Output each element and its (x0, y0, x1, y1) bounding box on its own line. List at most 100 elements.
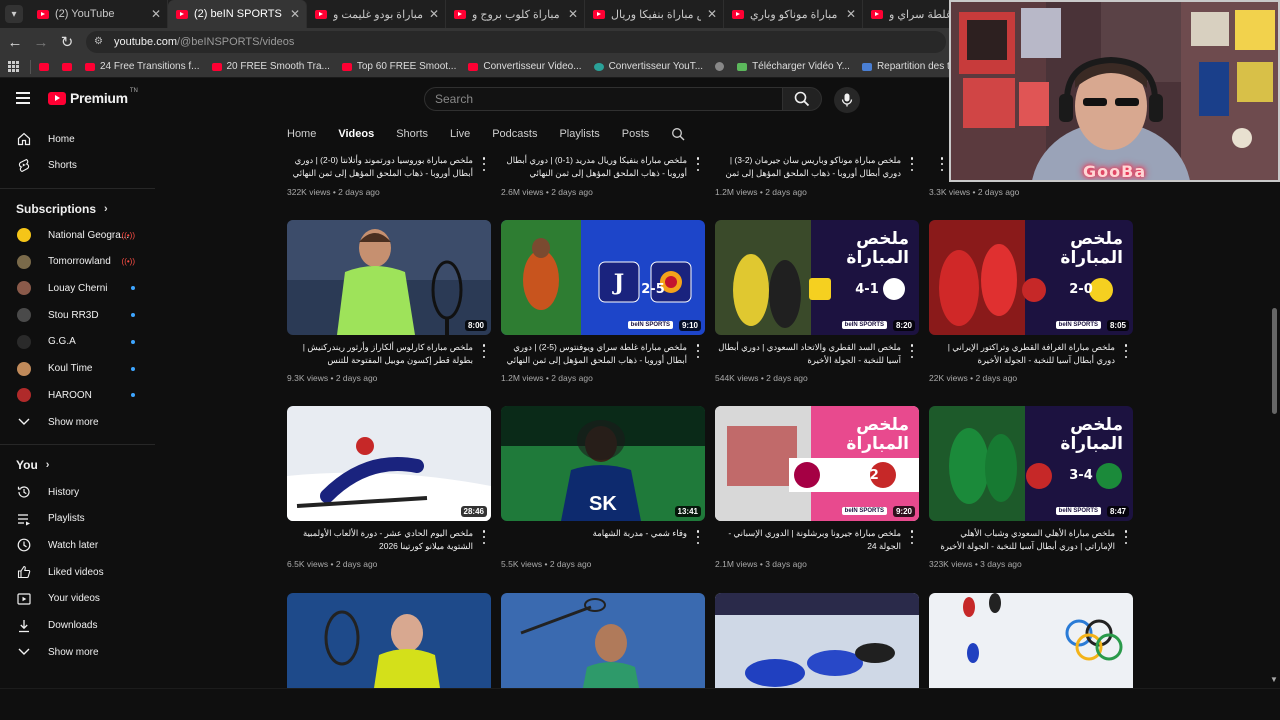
forward-button[interactable]: → (30, 31, 52, 53)
video-thumbnail[interactable]: 8:00 (287, 220, 491, 335)
tab-search-button[interactable]: ▾ (5, 5, 23, 23)
subscription-item[interactable]: Tomorrowland ((•)) (0, 249, 155, 275)
video-menu-icon[interactable] (481, 530, 487, 544)
bookmark-item[interactable] (39, 61, 54, 72)
video-thumbnail[interactable]: SK 13:41 (501, 406, 705, 521)
you-heading[interactable]: You › (16, 458, 49, 472)
bookmark-item[interactable]: Top 60 FREE Smoot... (341, 61, 456, 72)
video-card[interactable]: ملخص مباراة بوروسيا دورتموند وأتلانتا (0… (287, 154, 491, 200)
browser-tab[interactable]: (2) YouTube ✕ (29, 0, 168, 28)
guide-menu-button[interactable] (16, 92, 30, 104)
bookmark-item[interactable]: Convertisseur Video... (468, 61, 582, 72)
sidebar-item-your-videos[interactable]: Your videos (0, 586, 155, 612)
sidebar-item-downloads[interactable]: Downloads (0, 613, 155, 639)
search-button[interactable] (782, 87, 822, 111)
tab-podcasts[interactable]: Podcasts (492, 120, 537, 148)
video-title[interactable]: ملخص مباراة جيرونا وبرشلونة | الدوري الإ… (715, 527, 901, 553)
browser-tab[interactable]: ملخص مباراة كلوب بروج و ✕ (446, 0, 585, 28)
video-title[interactable]: ملخص مباراة كارلوس ألكاراز وأرثور ريندرك… (287, 341, 473, 367)
subscriptions-heading[interactable]: Subscriptions › (16, 202, 108, 216)
scrollbar-thumb[interactable] (1272, 308, 1277, 414)
video-thumbnail[interactable]: J 2-5 beIN SPORTS 9:10 (501, 220, 705, 335)
video-menu-icon[interactable] (909, 157, 915, 171)
reload-button[interactable]: ↻ (56, 31, 78, 53)
video-menu-icon[interactable] (481, 157, 487, 171)
close-tab-icon[interactable]: ✕ (288, 7, 302, 21)
bookmark-item[interactable]: Télécharger Vidéo Y... (737, 61, 850, 72)
video-thumbnail[interactable]: ملخص المباراة 3-4 beIN SPORTS 8:47 (929, 406, 1133, 521)
video-menu-icon[interactable] (1123, 344, 1129, 358)
video-title[interactable]: ملخص مباراة الأهلي السعودي وشباب الأهلي … (929, 527, 1115, 553)
subscription-item[interactable]: Stou RR3D (0, 302, 155, 328)
video-card[interactable]: ملخص مباراة بنفيكا وريال مدريد (1-0) | د… (501, 154, 705, 200)
tab-videos[interactable]: Videos (338, 120, 374, 148)
browser-tab[interactable]: (2) beIN SPORTS - YouTube ✕ (168, 0, 307, 28)
video-thumbnail[interactable]: ملخص المباراة 1-2 beIN SPORTS 9:20 (715, 406, 919, 521)
back-button[interactable]: ← (4, 31, 26, 53)
browser-tab[interactable]: ملخص مباراة بودو غليمت و ✕ (307, 0, 446, 28)
video-menu-icon[interactable] (939, 157, 945, 171)
sidebar-item-watch-later[interactable]: Watch later (0, 532, 155, 558)
video-menu-icon[interactable] (695, 157, 701, 171)
subscription-item[interactable]: G.G.A (0, 329, 155, 355)
video-thumbnail[interactable] (287, 593, 491, 688)
video-menu-icon[interactable] (695, 530, 701, 544)
video-card[interactable] (501, 593, 705, 688)
video-title[interactable]: وفاء شمي - مدربة الشهامة (501, 527, 687, 553)
video-title[interactable]: ملخص مباراة غلطة سراي ويوفنتوس (5-2) | د… (501, 341, 687, 367)
video-card[interactable]: SK 13:41 وفاء شمي - مدربة الشهامة 5.5K view… (501, 406, 705, 576)
tab-live[interactable]: Live (450, 120, 470, 148)
subscription-item[interactable]: HAROON (0, 382, 155, 408)
browser-tab[interactable]: ملخص مباراة بنفيكا وريال ✕ (585, 0, 724, 28)
browser-tab[interactable]: ملخص مباراة موناكو وباري ✕ (724, 0, 863, 28)
video-card[interactable]: ملخص مباراة موناكو وباريس سان جيرمان (2-… (715, 154, 919, 200)
video-thumbnail[interactable] (715, 593, 919, 688)
video-title[interactable]: ملخص مباراة موناكو وباريس سان جيرمان (2-… (715, 154, 901, 180)
video-card[interactable] (715, 593, 919, 688)
video-thumbnail[interactable] (929, 593, 1133, 688)
video-card[interactable] (287, 593, 491, 688)
video-menu-icon[interactable] (909, 344, 915, 358)
bookmark-item[interactable] (715, 61, 729, 72)
video-title[interactable]: ملخص اليوم الحادي عشر - دورة الألعاب الأ… (287, 527, 473, 553)
scroll-down-arrow-icon[interactable]: ▼ (1270, 675, 1278, 684)
tab-home[interactable]: Home (287, 120, 316, 148)
video-title[interactable]: ملخص مباراة بنفيكا وريال مدريد (1-0) | د… (501, 154, 687, 180)
video-card[interactable]: ملخص المباراة 3-4 beIN SPORTS 8:47 ملخص مبار… (929, 406, 1133, 576)
video-menu-icon[interactable] (1123, 530, 1129, 544)
site-info-icon[interactable]: ⚙ (94, 36, 108, 48)
video-card[interactable]: 28:46 ملخص اليوم الحادي عشر - دورة الألعا… (287, 406, 491, 576)
video-card[interactable] (929, 593, 1133, 688)
video-thumbnail[interactable]: 28:46 (287, 406, 491, 521)
video-menu-icon[interactable] (695, 344, 701, 358)
sidebar-item-playlists[interactable]: Playlists (0, 506, 155, 532)
bookmark-item[interactable]: Convertisseur YouT... (593, 61, 703, 72)
video-title[interactable]: ملخص السد القطري والاتحاد السعودي | دوري… (715, 341, 901, 367)
tab-playlists[interactable]: Playlists (559, 120, 599, 148)
tab-posts[interactable]: Posts (622, 120, 650, 148)
subscription-item[interactable]: Koul Time (0, 356, 155, 382)
video-title[interactable]: ملخص مباراة الغرافة القطري وتراكتور الإي… (929, 341, 1115, 367)
subscription-item[interactable]: Louay Cherni (0, 275, 155, 301)
video-title[interactable]: ملخص مباراة بوروسيا دورتموند وأتلانتا (0… (287, 154, 473, 180)
subscriptions-show-more[interactable]: Show more (0, 409, 155, 435)
close-tab-icon[interactable]: ✕ (427, 7, 441, 21)
video-card[interactable]: ملخص المباراة 4-1 beIN SPORTS 8:20 ملخص السد… (715, 220, 919, 390)
channel-search-icon[interactable] (671, 127, 685, 141)
video-menu-icon[interactable] (909, 530, 915, 544)
sidebar-item-shorts[interactable]: Shorts (0, 152, 155, 178)
you-show-more[interactable]: Show more (0, 639, 155, 665)
search-input[interactable] (435, 92, 735, 106)
address-bar[interactable]: ⚙ youtube.com/@beINSPORTS/videos (86, 31, 946, 53)
video-card[interactable]: 8:00 ملخص مباراة كارلوس ألكاراز وأرثور ري… (287, 220, 491, 390)
vertical-scrollbar[interactable] (1269, 182, 1280, 688)
close-tab-icon[interactable]: ✕ (149, 7, 163, 21)
close-tab-icon[interactable]: ✕ (566, 7, 580, 21)
video-thumbnail[interactable]: ملخص المباراة 4-1 beIN SPORTS 8:20 (715, 220, 919, 335)
video-menu-icon[interactable] (481, 344, 487, 358)
sidebar-item-history[interactable]: History (0, 479, 155, 505)
video-card[interactable]: J 2-5 beIN SPORTS 9:10 ملخص مباراة غلطة سراي… (501, 220, 705, 390)
close-tab-icon[interactable]: ✕ (705, 7, 719, 21)
sidebar-item-liked-videos[interactable]: Liked videos (0, 559, 155, 585)
tab-shorts[interactable]: Shorts (396, 120, 428, 148)
